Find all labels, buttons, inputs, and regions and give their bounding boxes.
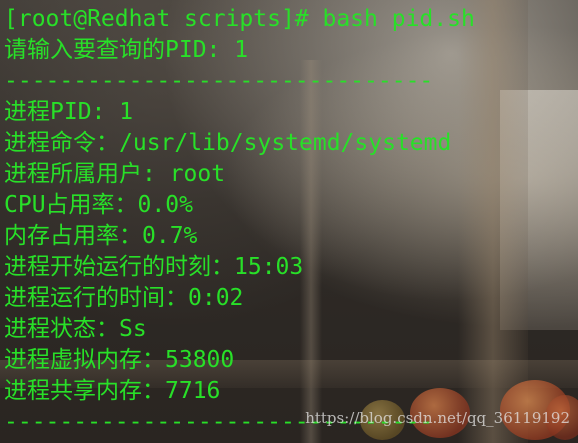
- separator-line: -------------------------------: [4, 68, 434, 94]
- terminal-output: [root@Redhat scripts]# bash pid.sh 请输入要查…: [4, 4, 578, 438]
- watermark-text: https://blog.csdn.net/qq_36119192: [305, 409, 570, 427]
- cpu-usage-line: CPU占用率：0.0%: [4, 192, 193, 218]
- terminal-window[interactable]: [root@Redhat scripts]# bash pid.sh 请输入要查…: [0, 0, 578, 443]
- process-state-line: 进程状态：Ss: [4, 316, 147, 342]
- start-time-line: 进程开始运行的时刻：15:03: [4, 254, 304, 280]
- run-time-line: 进程运行的时间：0:02: [4, 285, 244, 311]
- process-command-line: 进程命令：/usr/lib/systemd/systemd: [4, 130, 452, 156]
- shared-memory-line: 进程共享内存：7716: [4, 378, 221, 404]
- process-user-line: 进程所属用户: root: [4, 161, 226, 187]
- virtual-memory-line: 进程虚拟内存：53800: [4, 347, 235, 373]
- process-pid-line: 进程PID: 1: [4, 99, 134, 125]
- pid-input-prompt: 请输入要查询的PID: 1: [4, 37, 249, 63]
- command-prompt-line: [root@Redhat scripts]# bash pid.sh: [4, 6, 475, 32]
- memory-usage-line: 内存占用率：0.7%: [4, 223, 198, 249]
